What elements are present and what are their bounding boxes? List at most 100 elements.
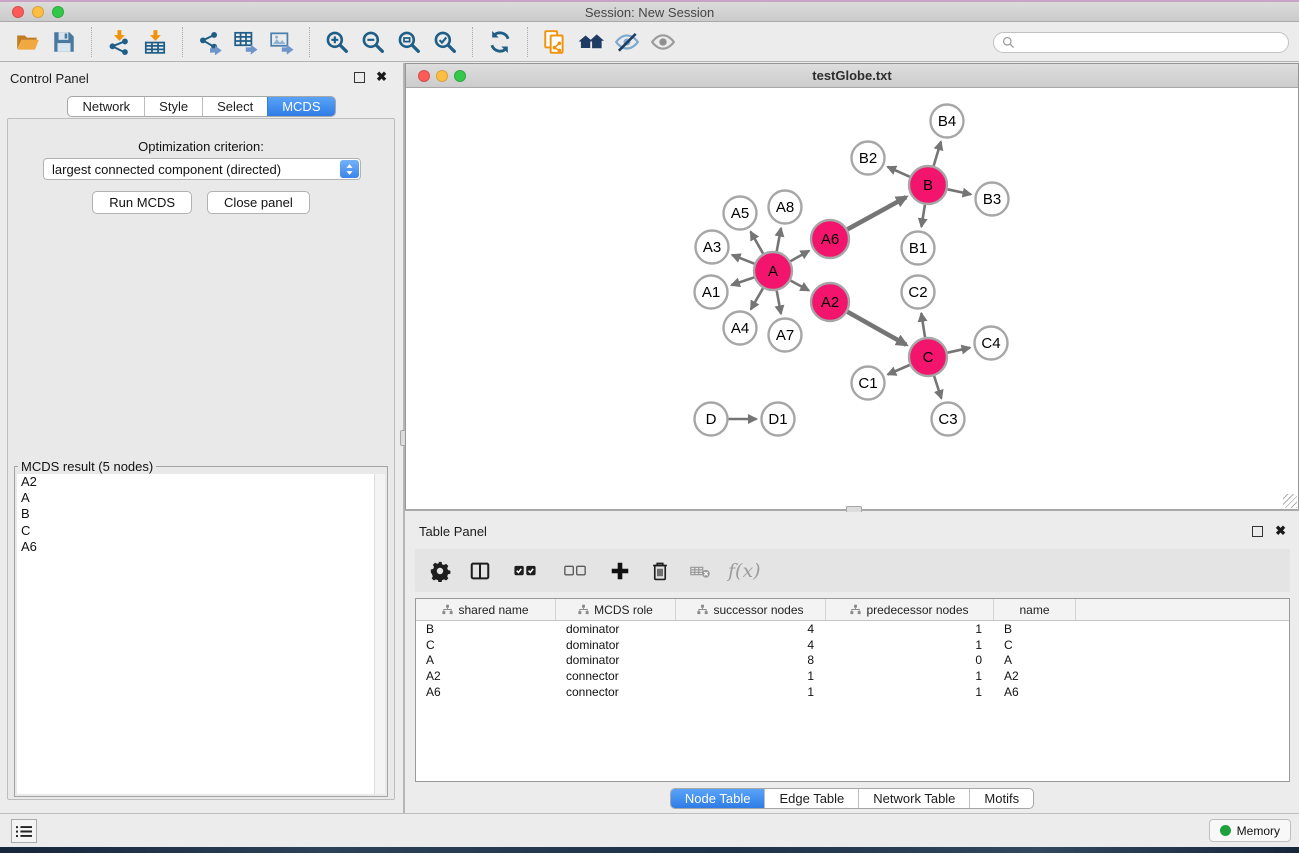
home-button[interactable] bbox=[573, 26, 609, 58]
table-cell[interactable]: 1 bbox=[826, 685, 994, 699]
table-cell[interactable]: 1 bbox=[826, 669, 994, 683]
show-panels-button[interactable] bbox=[645, 26, 681, 58]
table-cell[interactable]: 1 bbox=[676, 669, 826, 683]
mcds-result-item[interactable]: B bbox=[17, 506, 385, 522]
table-row[interactable]: Adominator80A bbox=[416, 652, 1289, 668]
table-cell[interactable]: connector bbox=[556, 669, 676, 683]
save-session-button[interactable] bbox=[46, 26, 82, 58]
graph-edge-A-A4[interactable] bbox=[751, 288, 763, 309]
table-float-panel-icon[interactable] bbox=[1252, 526, 1263, 537]
duplicate-network-button[interactable] bbox=[537, 26, 573, 58]
select-all-columns-button[interactable] bbox=[508, 559, 542, 583]
criterion-dropdown[interactable]: largest connected component (directed) bbox=[43, 158, 361, 180]
graph-node-A4[interactable]: A4 bbox=[724, 312, 757, 345]
graph-edge-A2-C[interactable] bbox=[847, 312, 906, 345]
search-input[interactable] bbox=[1020, 34, 1280, 50]
zoom-out-button[interactable] bbox=[355, 26, 391, 58]
table-cell[interactable]: 4 bbox=[676, 622, 826, 636]
tab-network-table[interactable]: Network Table bbox=[858, 789, 969, 808]
graph-node-A5[interactable]: A5 bbox=[724, 197, 757, 230]
graph-edge-A-A3[interactable] bbox=[732, 255, 754, 264]
close-panel-button[interactable]: Close panel bbox=[207, 191, 310, 214]
tab-style[interactable]: Style bbox=[144, 97, 202, 116]
table-settings-button[interactable] bbox=[428, 559, 452, 583]
graph-node-C2[interactable]: C2 bbox=[902, 276, 935, 309]
table-row[interactable]: A6connector11A6 bbox=[416, 684, 1289, 700]
run-mcds-button[interactable]: Run MCDS bbox=[92, 191, 192, 214]
graph-node-B1[interactable]: B1 bbox=[902, 232, 935, 265]
graph-edge-C-C1[interactable] bbox=[888, 365, 910, 375]
zoom-fit-button[interactable] bbox=[391, 26, 427, 58]
graph-node-D1[interactable]: D1 bbox=[762, 403, 795, 436]
table-cell[interactable]: connector bbox=[556, 685, 676, 699]
graph-node-A1[interactable]: A1 bbox=[695, 276, 728, 309]
table-cell[interactable]: A6 bbox=[994, 685, 1076, 699]
table-cell[interactable]: A6 bbox=[416, 685, 556, 699]
graph-node-B2[interactable]: B2 bbox=[852, 142, 885, 175]
column-header-successor-nodes[interactable]: successor nodes bbox=[676, 599, 826, 620]
add-column-button[interactable] bbox=[608, 559, 632, 583]
graph-node-C[interactable]: C bbox=[909, 338, 947, 376]
unselect-all-columns-button[interactable] bbox=[558, 559, 592, 583]
zoom-selected-button[interactable] bbox=[427, 26, 463, 58]
table-close-panel-icon[interactable]: ✖ bbox=[1275, 523, 1286, 539]
graph-edge-C-C2[interactable] bbox=[921, 313, 925, 337]
table-cell[interactable]: 1 bbox=[826, 622, 994, 636]
export-network-button[interactable] bbox=[192, 26, 228, 58]
result-list-scrollbar[interactable] bbox=[374, 474, 385, 794]
console-button[interactable] bbox=[11, 819, 37, 843]
table-cell[interactable]: C bbox=[416, 638, 556, 652]
split-view-button[interactable] bbox=[468, 559, 492, 583]
graph-node-D[interactable]: D bbox=[695, 403, 728, 436]
tab-mcds[interactable]: MCDS bbox=[267, 97, 334, 116]
open-file-button[interactable] bbox=[10, 26, 46, 58]
graph-node-A2[interactable]: A2 bbox=[811, 283, 849, 321]
tab-node-table[interactable]: Node Table bbox=[671, 789, 765, 808]
close-panel-icon[interactable]: ✖ bbox=[376, 69, 387, 85]
mcds-result-item[interactable]: A6 bbox=[17, 539, 385, 555]
column-header-MCDS-role[interactable]: MCDS role bbox=[556, 599, 676, 620]
graph-node-A3[interactable]: A3 bbox=[696, 231, 729, 264]
search-box[interactable] bbox=[993, 32, 1289, 53]
table-cell[interactable]: A bbox=[994, 653, 1076, 667]
graph-node-B[interactable]: B bbox=[909, 166, 947, 204]
table-cell[interactable]: 0 bbox=[826, 653, 994, 667]
graph-edge-A-A5[interactable] bbox=[751, 232, 764, 254]
table-cell[interactable]: dominator bbox=[556, 653, 676, 667]
table-row[interactable]: A2connector11A2 bbox=[416, 668, 1289, 684]
delete-column-button[interactable] bbox=[648, 559, 672, 583]
graph-edge-B-B1[interactable] bbox=[921, 205, 925, 227]
memory-button[interactable]: Memory bbox=[1209, 819, 1291, 842]
table-cell[interactable]: 8 bbox=[676, 653, 826, 667]
graph-edge-A-A8[interactable] bbox=[777, 228, 781, 251]
graph-edge-B-B3[interactable] bbox=[948, 189, 972, 194]
table-cell[interactable]: 4 bbox=[676, 638, 826, 652]
table-cell[interactable]: A bbox=[416, 653, 556, 667]
graph-node-A8[interactable]: A8 bbox=[769, 191, 802, 224]
horizontal-splitter[interactable] bbox=[405, 509, 1299, 511]
mcds-result-item[interactable]: C bbox=[17, 523, 385, 539]
float-panel-icon[interactable] bbox=[354, 72, 365, 83]
tab-motifs[interactable]: Motifs bbox=[969, 789, 1033, 808]
tab-edge-table[interactable]: Edge Table bbox=[764, 789, 858, 808]
graph-edge-A-A1[interactable] bbox=[731, 277, 754, 285]
graph-edge-C-C4[interactable] bbox=[948, 348, 971, 353]
graph-edge-A-A7[interactable] bbox=[777, 291, 781, 314]
column-header-name[interactable]: name bbox=[994, 599, 1076, 620]
zoom-in-button[interactable] bbox=[319, 26, 355, 58]
graph-node-C1[interactable]: C1 bbox=[852, 367, 885, 400]
network-window-titlebar[interactable]: testGlobe.txt bbox=[406, 64, 1298, 88]
table-cell[interactable]: C bbox=[994, 638, 1076, 652]
table-cell[interactable]: B bbox=[994, 622, 1076, 636]
mcds-result-item[interactable]: A2 bbox=[17, 474, 385, 490]
graph-edge-A-A2[interactable] bbox=[791, 281, 809, 291]
graph-node-B4[interactable]: B4 bbox=[931, 105, 964, 138]
graph-node-A[interactable]: A bbox=[754, 252, 792, 290]
graph-edge-A6-B[interactable] bbox=[848, 197, 907, 229]
table-cell[interactable]: 1 bbox=[676, 685, 826, 699]
refresh-layout-button[interactable] bbox=[482, 26, 518, 58]
import-table-button[interactable] bbox=[137, 26, 173, 58]
column-header-predecessor-nodes[interactable]: predecessor nodes bbox=[826, 599, 994, 620]
graph-edge-A-A6[interactable] bbox=[790, 251, 809, 262]
table-cell[interactable]: 1 bbox=[826, 638, 994, 652]
